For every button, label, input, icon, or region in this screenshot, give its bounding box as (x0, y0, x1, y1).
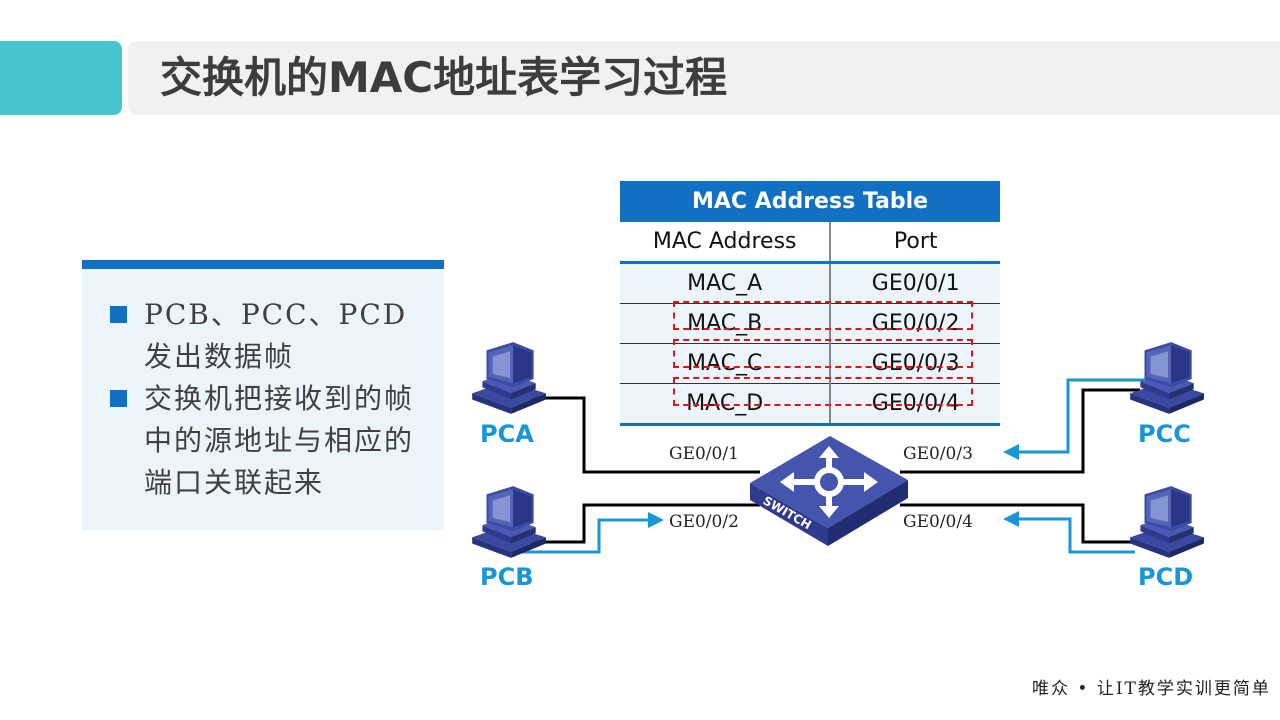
host-label-pcd: PCD (1138, 563, 1194, 591)
pc-d-icon (1130, 486, 1204, 558)
flow-arrow-pcb (520, 512, 664, 554)
flow-arrow-pcc (1003, 378, 1145, 460)
pc-c-icon (1130, 342, 1204, 414)
port-label-ge004: GE0/0/4 (903, 512, 973, 532)
host-label-pcc: PCC (1138, 420, 1191, 448)
footer-slogan: 唯众 • 让IT教学实训更简单 (1032, 679, 1271, 699)
network-diagram: SWITCH (472, 342, 1204, 558)
pc-a-icon (472, 342, 546, 414)
host-label-pca: PCA (480, 420, 534, 448)
port-label-ge001: GE0/0/1 (669, 444, 739, 464)
port-label-ge002: GE0/0/2 (669, 512, 739, 532)
port-label-ge003: GE0/0/3 (903, 444, 973, 464)
flow-arrow-pcd (1003, 511, 1135, 554)
host-label-pcb: PCB (480, 563, 534, 591)
pc-b-icon (472, 486, 546, 558)
switch-icon: SWITCH (750, 436, 908, 546)
